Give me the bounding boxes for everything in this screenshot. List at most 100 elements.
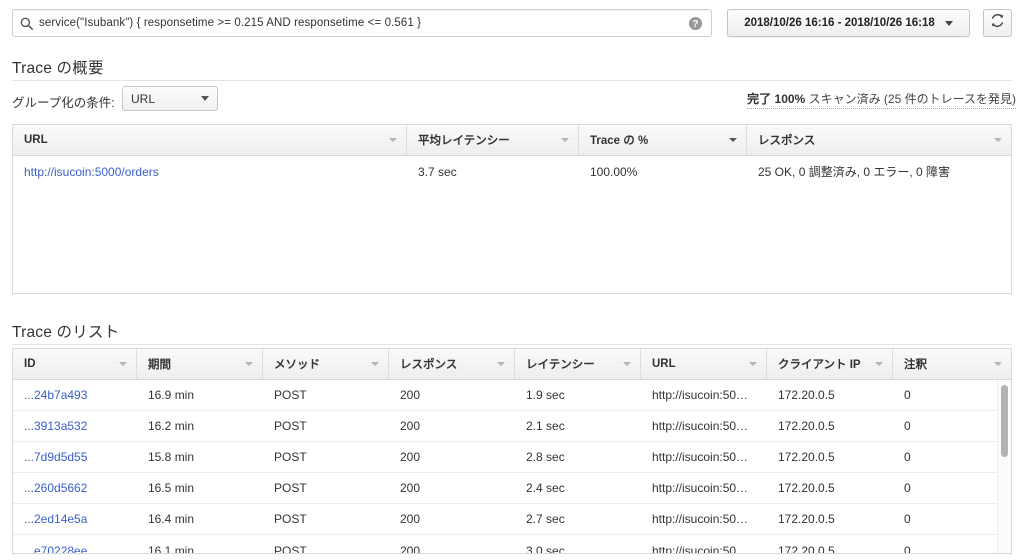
xray-trace-page: service("Isubank") { responsetime >= 0.2…	[0, 0, 1024, 560]
column-label: ID	[24, 358, 36, 370]
sort-caret-icon	[119, 362, 127, 366]
table-row[interactable]: ...3913a532 16.2 min POST 200 2.1 sec http://…	[13, 411, 1011, 442]
cell-id[interactable]: ...2ed14e5a	[13, 504, 137, 534]
cell-response: 200	[400, 450, 421, 464]
cell-client-ip: 172.20.0.5	[778, 512, 835, 526]
scan-status-middle: スキャン済み	[808, 92, 881, 106]
column-label: クライアント IP	[778, 359, 861, 371]
chevron-down-icon	[944, 20, 953, 26]
date-range-label: 2018/10/26 16:16 - 2018/10/26 16:18	[744, 17, 935, 29]
refresh-button[interactable]	[983, 9, 1012, 37]
sort-caret-icon	[749, 362, 757, 366]
list-table-body: ...24b7a493 16.9 min POST 200 1.9 sec http://…	[13, 380, 1011, 554]
cell-response: 200	[400, 543, 421, 554]
trace-id-link[interactable]: ...24b7a493	[24, 388, 87, 402]
list-col-annotations[interactable]: 注釈	[893, 349, 1011, 379]
cell-url: http://isucoin:50…	[652, 450, 749, 464]
table-row[interactable]: ...7d9d5d55 15.8 min POST 200 2.8 sec http://…	[13, 442, 1011, 473]
cell-client-ip: 172.20.0.5	[778, 481, 835, 495]
cell-id[interactable]: ...e70228ee	[13, 535, 137, 554]
cell-id[interactable]: ...260d5662	[13, 473, 137, 503]
search-input[interactable]: service("Isubank") { responsetime >= 0.2…	[12, 9, 712, 37]
sort-caret-icon	[245, 362, 253, 366]
list-col-url[interactable]: URL	[641, 349, 767, 379]
divider-list	[12, 344, 1012, 345]
list-col-latency[interactable]: レイテンシー	[515, 349, 641, 379]
list-table-header-row: ID 期間 メソッド レスポンス レイテンシー URL クライアント IP 注釈	[13, 349, 1011, 380]
cell-client-ip: 172.20.0.5	[778, 419, 835, 433]
list-col-method[interactable]: メソッド	[263, 349, 389, 379]
summary-col-trace-percent[interactable]: Trace の %	[579, 125, 747, 155]
chevron-down-icon	[201, 96, 209, 101]
divider-summary	[12, 80, 1012, 81]
group-by-label: グループ化の条件:	[12, 96, 115, 110]
sort-caret-icon	[371, 362, 379, 366]
trace-id-link[interactable]: ...e70228ee	[24, 544, 87, 554]
column-label: 期間	[148, 359, 171, 371]
cell-response: 200	[400, 388, 421, 402]
date-range-picker[interactable]: 2018/10/26 16:16 - 2018/10/26 16:18	[727, 9, 970, 37]
search-icon	[13, 17, 39, 30]
table-row[interactable]: ...2ed14e5a 16.4 min POST 200 2.7 sec http://…	[13, 504, 1011, 535]
trace-id-link[interactable]: ...7d9d5d55	[24, 450, 87, 464]
search-query-text: service("Isubank") { responsetime >= 0.2…	[39, 17, 422, 29]
cell-duration: 16.4 min	[148, 512, 195, 526]
cell-annotations: 0	[904, 543, 911, 554]
cell-latency: 2.1 sec	[526, 419, 565, 433]
sort-caret-icon-active	[729, 138, 737, 142]
help-circle-icon[interactable]: ?	[688, 16, 703, 31]
cell-id[interactable]: ...7d9d5d55	[13, 442, 137, 472]
column-label: URL	[24, 134, 48, 146]
group-by-selected-value: URL	[131, 91, 156, 106]
group-by-select[interactable]: URL	[122, 86, 218, 111]
cell-annotations: 0	[904, 419, 911, 433]
cell-client-ip: 172.20.0.5	[778, 450, 835, 464]
cell-duration: 16.5 min	[148, 481, 195, 495]
summary-table-body: http://isucoin:5000/orders 3.7 sec 100.0…	[13, 156, 1011, 293]
cell-response: 200	[400, 481, 421, 495]
cell-id[interactable]: ...3913a532	[13, 411, 137, 441]
scrollbar-thumb[interactable]	[1001, 385, 1008, 457]
cell-avg-latency: 3.7 sec	[418, 164, 457, 179]
summary-col-response[interactable]: レスポンス	[747, 125, 1011, 155]
table-row[interactable]: ...24b7a493 16.9 min POST 200 1.9 sec http://…	[13, 380, 1011, 411]
sort-caret-icon	[875, 362, 883, 366]
list-col-duration[interactable]: 期間	[137, 349, 263, 379]
column-label: レイテンシー	[526, 359, 595, 371]
table-row[interactable]: http://isucoin:5000/orders 3.7 sec 100.0…	[13, 156, 1011, 187]
cell-url: http://isucoin:50…	[652, 512, 749, 526]
cell-trace-percent: 100.00%	[590, 164, 638, 179]
cell-url: http://isucoin:50…	[652, 481, 749, 495]
column-label: URL	[652, 358, 676, 370]
cell-id[interactable]: ...24b7a493	[13, 380, 137, 410]
trace-id-link[interactable]: ...3913a532	[24, 419, 87, 433]
column-label: レスポンス	[758, 135, 816, 147]
scan-status: 完了 100% スキャン済み (25 件のトレースを発見)	[747, 90, 1016, 109]
table-row[interactable]: ...e70228ee 16.1 min POST 200 3.0 sec http://…	[13, 535, 1011, 554]
trace-id-link[interactable]: ...260d5662	[24, 481, 87, 495]
trace-id-link[interactable]: ...2ed14e5a	[24, 512, 87, 526]
vertical-scrollbar[interactable]	[1001, 385, 1008, 550]
table-row[interactable]: ...260d5662 16.5 min POST 200 2.4 sec http://…	[13, 473, 1011, 504]
cell-response: 200	[400, 512, 421, 526]
cell-client-ip: 172.20.0.5	[778, 388, 835, 402]
trace-list-table: ID 期間 メソッド レスポンス レイテンシー URL クライアント IP 注釈…	[12, 348, 1012, 554]
url-link[interactable]: http://isucoin:5000/orders	[24, 165, 159, 179]
trace-summary-table: URL 平均レイテンシー Trace の % レスポンス http://isuc…	[12, 124, 1012, 294]
list-col-id[interactable]: ID	[13, 349, 137, 379]
cell-duration: 16.9 min	[148, 388, 195, 402]
cell-latency: 1.9 sec	[526, 388, 565, 402]
cell-url[interactable]: http://isucoin:5000/orders	[13, 156, 407, 187]
summary-col-url[interactable]: URL	[13, 125, 407, 155]
cell-url: http://isucoin:50…	[652, 419, 749, 433]
sort-caret-icon	[389, 138, 397, 142]
sort-caret-icon	[497, 362, 505, 366]
summary-col-avg-latency[interactable]: 平均レイテンシー	[407, 125, 579, 155]
list-col-client-ip[interactable]: クライアント IP	[767, 349, 893, 379]
cell-latency: 3.0 sec	[526, 543, 565, 554]
cell-annotations: 0	[904, 388, 911, 402]
cell-method: POST	[274, 512, 307, 526]
list-col-response[interactable]: レスポンス	[389, 349, 515, 379]
scan-status-suffix: (25 件のトレースを発見)	[883, 92, 1016, 106]
cell-duration: 16.2 min	[148, 419, 195, 433]
